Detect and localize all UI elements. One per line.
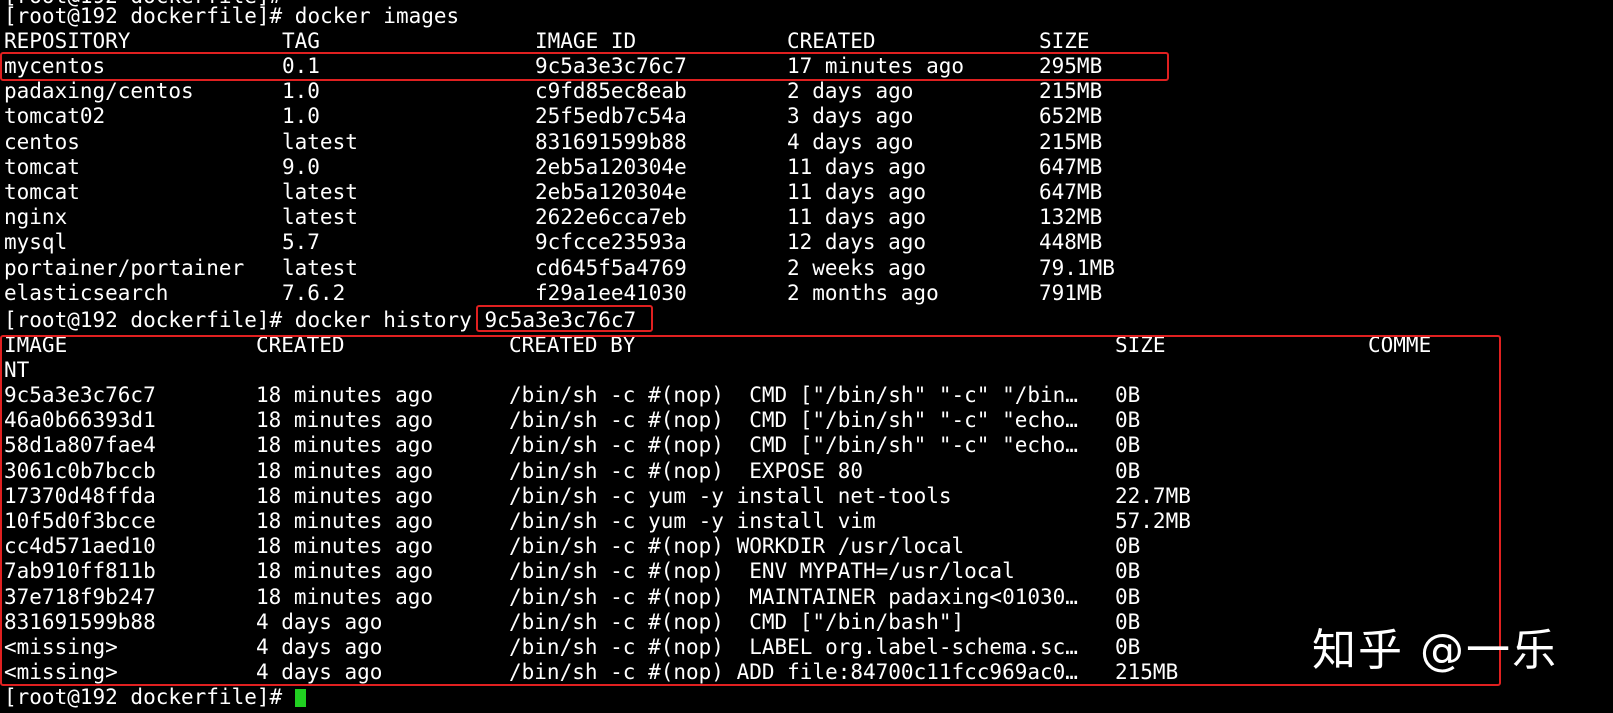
zhihu-watermark: 知乎 @一乐 xyxy=(1312,625,1558,676)
header-created: CREATED xyxy=(787,29,876,53)
cell-size: 132MB xyxy=(1039,205,1103,230)
cell-created: 11 days ago xyxy=(787,180,927,204)
cell-size: 647MB xyxy=(1039,154,1103,179)
header-image-id: IMAGE ID xyxy=(535,29,637,53)
cell-image-id: 831691599b88 xyxy=(535,129,687,154)
cell-created: 4 days ago xyxy=(787,129,914,154)
cell-created: 2 days ago xyxy=(787,79,914,104)
cell-tag: 1.0 xyxy=(282,79,320,104)
highlight-box-history-argument xyxy=(476,305,653,332)
cell-image-id: f29a1ee41030 xyxy=(535,280,687,305)
cell-repository: elasticsearch xyxy=(4,280,169,305)
cell-created: 11 days ago xyxy=(787,205,927,230)
cell-repository: nginx xyxy=(4,205,68,230)
cell-image-id: cd645f5a4769 xyxy=(535,255,687,280)
images-table-header: REPOSITORY TAG IMAGE ID CREATED SIZE xyxy=(4,29,1090,54)
shell-prompt: [root@192 dockerfile]# xyxy=(4,308,295,332)
cursor-block-icon xyxy=(294,689,306,707)
cell-size: 791MB xyxy=(1039,280,1103,305)
cell-created: 3 days ago xyxy=(787,104,914,129)
cell-repository: mysql xyxy=(4,230,68,255)
cell-size: 215MB xyxy=(1039,79,1103,104)
final-prompt-line[interactable]: [root@192 dockerfile]# xyxy=(4,685,306,710)
header-repository: REPOSITORY xyxy=(4,29,131,53)
header-size: SIZE xyxy=(1039,29,1090,53)
cell-image-id: 2eb5a120304e xyxy=(535,180,687,204)
cell-created: 2 months ago xyxy=(787,280,939,305)
cell-repository: padaxing/centos xyxy=(4,79,194,104)
highlight-box-mycentos-row xyxy=(0,52,1169,81)
cell-tag: 5.7 xyxy=(282,230,320,255)
cell-size: 79.1MB xyxy=(1039,255,1115,280)
cell-tag: latest xyxy=(282,129,358,154)
cell-tag: 7.6.2 xyxy=(282,280,346,305)
terminal-window[interactable]: [root@192 dockerfile]# [root@192 dockerf… xyxy=(0,0,1613,713)
cell-size: 215MB xyxy=(1039,129,1103,154)
cell-size: 652MB xyxy=(1039,104,1103,129)
header-tag: TAG xyxy=(282,29,320,53)
cell-repository: portainer/portainer xyxy=(4,255,245,280)
shell-prompt: [root@192 dockerfile]# xyxy=(4,4,295,28)
cell-image-id: c9fd85ec8eab xyxy=(535,79,687,104)
cell-tag: latest xyxy=(282,180,358,204)
cell-image-id: 2622e6cca7eb xyxy=(535,205,687,230)
shell-prompt: [root@192 dockerfile]# xyxy=(4,685,295,709)
command-text: docker history xyxy=(294,308,485,332)
cell-size: 647MB xyxy=(1039,180,1103,204)
cell-tag: 1.0 xyxy=(282,104,320,129)
images-command-line: [root@192 dockerfile]# docker images xyxy=(4,4,459,29)
highlight-box-history-output xyxy=(0,335,1501,686)
cell-repository: tomcat02 xyxy=(4,104,106,129)
cell-tag: latest xyxy=(282,255,358,280)
cell-repository: centos xyxy=(4,129,80,154)
command-text: docker images xyxy=(294,4,460,28)
cell-repository: tomcat xyxy=(4,154,80,179)
cell-created: 12 days ago xyxy=(787,230,927,255)
cell-repository: tomcat xyxy=(4,180,80,204)
cell-size: 448MB xyxy=(1039,230,1103,255)
cell-image-id: 25f5edb7c54a xyxy=(535,104,687,129)
cell-created: 11 days ago xyxy=(787,154,927,179)
cell-image-id: 2eb5a120304e xyxy=(535,154,687,179)
cell-image-id: 9cfcce23593a xyxy=(535,230,687,255)
cell-tag: 9.0 xyxy=(282,154,320,179)
cell-created: 2 weeks ago xyxy=(787,255,927,280)
cell-tag: latest xyxy=(282,205,358,230)
